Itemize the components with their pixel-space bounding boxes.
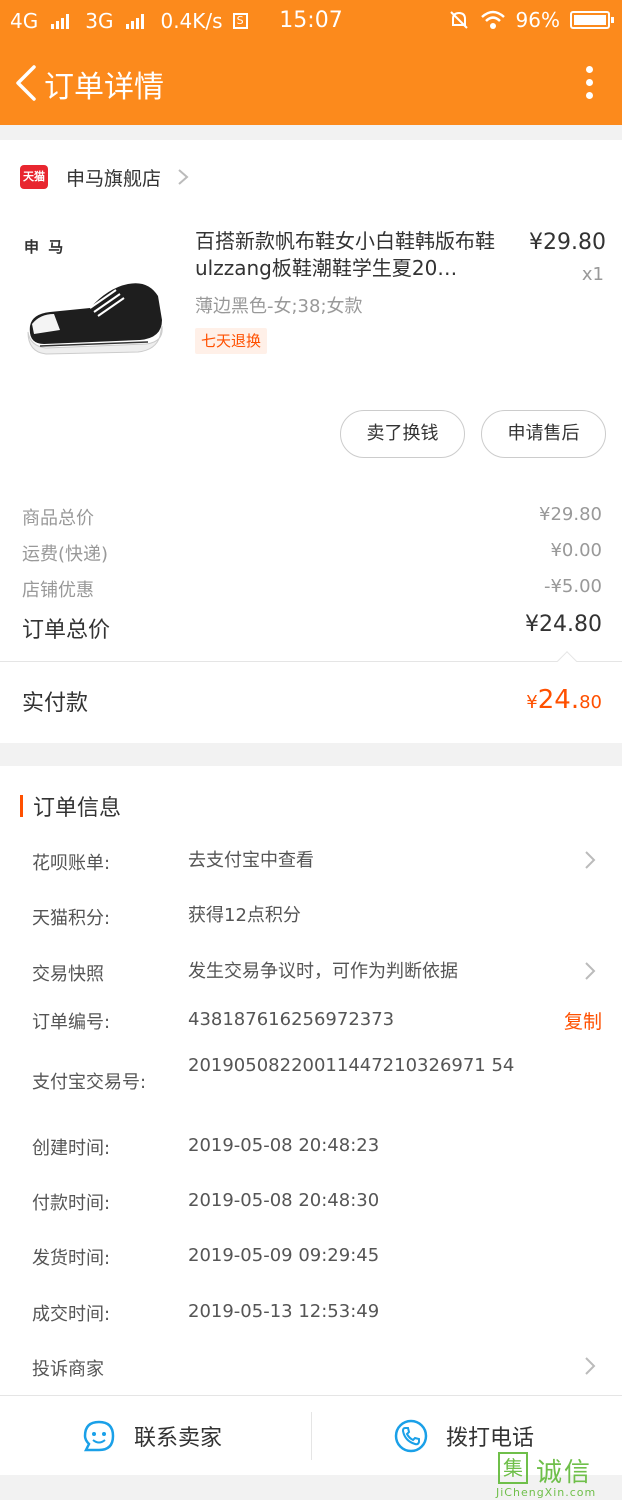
chevron-right-icon <box>585 851 596 869</box>
product-price: ¥29.80 <box>529 230 606 255</box>
chevron-right-icon <box>585 1357 596 1375</box>
sneaker-icon <box>27 283 163 355</box>
more-vertical-icon[interactable] <box>586 66 594 100</box>
created-time-value: 2019-05-08 20:48:23 <box>188 1135 380 1156</box>
shipping-row: 运费(快递) ¥0.00 <box>22 540 602 566</box>
alipay-trade-label: 支付宝交易号: <box>32 1072 147 1093</box>
phone-icon <box>394 1419 428 1453</box>
goods-total-value: ¥29.80 <box>539 504 602 525</box>
sell-button[interactable]: 卖了换钱 <box>340 410 465 458</box>
product-spec: 薄边黑色-女;38;女款 <box>195 296 363 317</box>
header-bar: 4G 3G 0.4K/s S 15:07 96% 订单详情 <box>0 0 622 125</box>
store-discount-value: -¥5.00 <box>543 576 602 597</box>
snapshot-label: 交易快照 <box>32 964 104 985</box>
store-name: 申马旗舰店 <box>66 167 162 190</box>
chevron-right-icon <box>585 962 596 980</box>
shipping-value: ¥0.00 <box>550 540 602 561</box>
alipay-trade-value: 20190508220011447210326971 54 <box>188 1055 515 1076</box>
watermark-url: JiChengXin.com <box>496 1486 597 1499</box>
watermark-text: 诚信 <box>536 1458 593 1488</box>
snapshot-value: 发生交易争议时，可作为判断依据 <box>188 961 458 982</box>
watermark-box: 集 <box>498 1452 528 1484</box>
points-label: 天猫积分: <box>32 908 111 929</box>
goods-total-row: 商品总价 ¥29.80 <box>22 504 602 530</box>
battery-icon <box>570 11 614 29</box>
paid-currency: ¥ <box>526 692 538 713</box>
chevron-left-icon[interactable] <box>12 64 40 102</box>
points-value: 获得12点积分 <box>188 905 301 926</box>
paid-integer: 24. <box>537 685 580 715</box>
mute-bell-icon <box>449 11 468 29</box>
divider <box>311 1412 312 1460</box>
chat-icon <box>83 1420 115 1452</box>
watermark-logo: 集 诚信 JiChengXin.com <box>496 1450 616 1500</box>
section-accent-bar <box>20 795 23 817</box>
copy-button[interactable]: 复制 <box>564 1007 602 1034</box>
goods-total-label: 商品总价 <box>22 508 94 529</box>
after-sale-button[interactable]: 申请售后 <box>481 410 606 458</box>
store-discount-row: 店铺优惠 -¥5.00 <box>22 576 602 602</box>
paid-label: 实付款 <box>22 691 89 716</box>
order-total-label: 订单总价 <box>22 618 111 643</box>
product-quantity: x1 <box>581 264 604 285</box>
paid-amount: ¥24.80 <box>526 685 602 715</box>
paid-time-value: 2019-05-08 20:48:30 <box>188 1190 380 1211</box>
divider <box>0 661 622 662</box>
page-title: 订单详情 <box>44 70 164 105</box>
battery-percent: 96% <box>515 8 560 32</box>
shipped-time-label: 发货时间: <box>32 1248 111 1269</box>
nav-bar: 订单详情 <box>0 42 622 125</box>
shipped-time-value: 2019-05-09 09:29:45 <box>188 1245 380 1266</box>
store-discount-label: 店铺优惠 <box>22 580 94 601</box>
shipping-label: 运费(快递) <box>22 544 109 565</box>
order-product-card: 天猫 申马旗舰店 申 马 百搭新款帆布鞋女小白鞋韩版布鞋ulzzang板鞋潮鞋学… <box>0 140 622 743</box>
huabei-value: 去支付宝中查看 <box>188 850 314 871</box>
contact-seller-button[interactable]: 联系卖家 <box>82 1396 222 1476</box>
completed-time-label: 成交时间: <box>32 1304 111 1325</box>
order-info-card: 订单信息 花呗账单: 去支付宝中查看 天猫积分: 获得12点积分 交易快照 发生… <box>0 766 622 1395</box>
paid-decimal: 80 <box>579 692 602 713</box>
notch-arrow <box>557 651 577 671</box>
chevron-right-icon <box>178 169 189 185</box>
store-row[interactable]: 天猫 申马旗舰店 <box>20 163 189 191</box>
paid-time-label: 付款时间: <box>32 1193 111 1214</box>
created-time-label: 创建时间: <box>32 1138 111 1159</box>
order-info-title: 订单信息 <box>33 796 122 821</box>
complaint-label: 投诉商家 <box>32 1359 104 1380</box>
return-policy-tag: 七天退换 <box>195 328 268 354</box>
huabei-label: 花呗账单: <box>32 853 111 874</box>
order-number-label: 订单编号: <box>32 1012 111 1033</box>
order-total-row: 订单总价 ¥24.80 <box>22 612 602 644</box>
status-bar: 4G 3G 0.4K/s S 15:07 96% <box>0 0 622 42</box>
order-number-value: 438187616256972373 <box>188 1009 395 1030</box>
completed-time-value: 2019-05-13 12:53:49 <box>188 1301 380 1322</box>
call-label: 拨打电话 <box>446 1426 535 1451</box>
product-title[interactable]: 百搭新款帆布鞋女小白鞋韩版布鞋ulzzang板鞋潮鞋学生夏20… <box>195 228 515 282</box>
product-image[interactable]: 申 马 <box>20 228 165 368</box>
wifi-icon <box>480 10 505 29</box>
order-total-value: ¥24.80 <box>525 612 602 637</box>
tmall-logo: 天猫 <box>20 165 48 189</box>
section-title: 订单信息 <box>20 790 121 822</box>
contact-seller-label: 联系卖家 <box>134 1426 223 1451</box>
